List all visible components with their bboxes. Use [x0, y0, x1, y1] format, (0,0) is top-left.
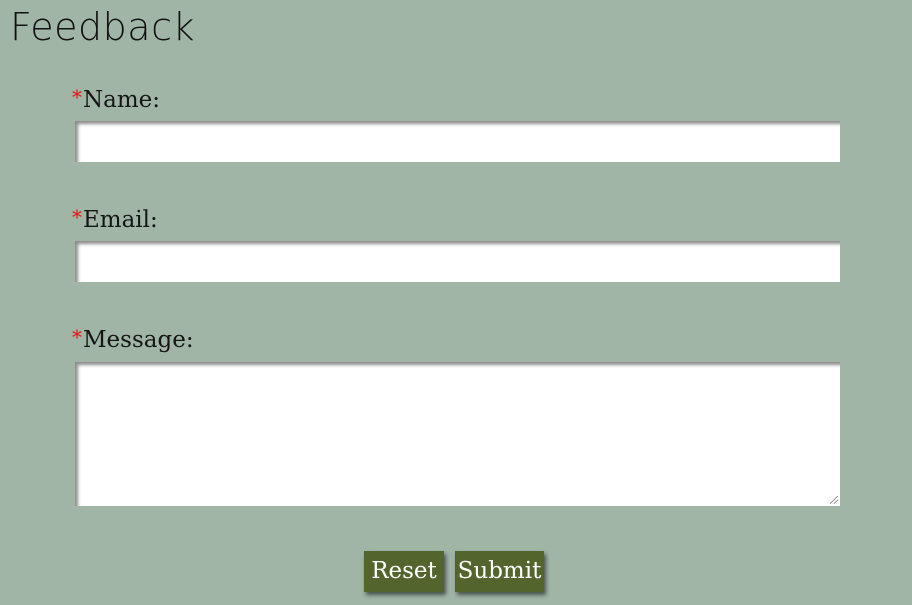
reset-button[interactable]: Reset: [364, 551, 444, 592]
message-label-text: Message:: [83, 327, 194, 353]
page-title: Feedback: [10, 5, 195, 49]
email-label-text: Email:: [83, 207, 158, 233]
email-input[interactable]: [75, 241, 840, 282]
required-marker: *: [72, 325, 82, 349]
resize-grip-icon[interactable]: [830, 496, 838, 504]
name-label: * Name:: [72, 86, 160, 114]
required-marker: *: [72, 85, 82, 109]
message-label: * Message:: [72, 326, 194, 354]
email-label: * Email:: [72, 206, 158, 234]
submit-button[interactable]: Submit: [455, 551, 544, 592]
message-textarea[interactable]: [75, 362, 840, 506]
required-marker: *: [72, 205, 82, 229]
name-label-text: Name:: [83, 87, 161, 113]
name-input[interactable]: [75, 121, 840, 162]
